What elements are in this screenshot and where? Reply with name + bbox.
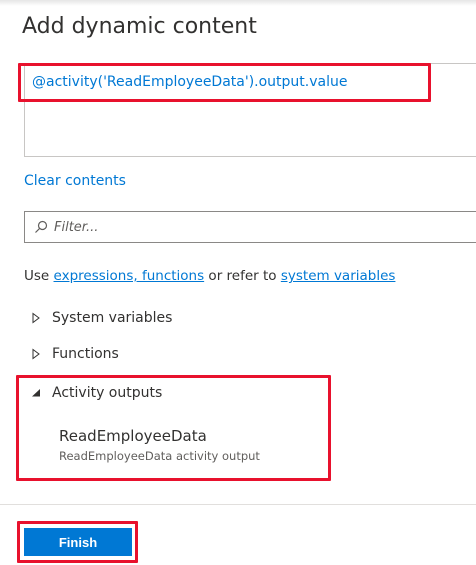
filter-input[interactable]	[54, 219, 454, 235]
finish-button[interactable]: Finish	[24, 528, 132, 556]
section-functions[interactable]: Functions	[30, 346, 119, 362]
search-icon	[35, 220, 48, 233]
expressions-functions-link[interactable]: expressions, functions	[54, 268, 205, 284]
hint-middle: or refer to	[204, 268, 281, 284]
activity-output-name: ReadEmployeeData	[59, 427, 207, 445]
section-label: System variables	[52, 310, 173, 326]
section-activity-outputs[interactable]: Activity outputs	[30, 385, 162, 401]
filter-box[interactable]	[24, 211, 476, 243]
activity-output-description: ReadEmployeeData activity output	[59, 449, 260, 463]
hint-prefix: Use	[24, 268, 54, 284]
triangle-down-icon	[32, 389, 40, 397]
section-label: Activity outputs	[52, 385, 163, 401]
activity-output-item[interactable]: ReadEmployeeData ReadEmployeeData activi…	[59, 427, 260, 463]
section-label: Functions	[52, 346, 119, 362]
dialog-title: Add dynamic content	[22, 14, 257, 39]
clear-contents-link[interactable]: Clear contents	[24, 173, 126, 189]
system-variables-link[interactable]: system variables	[281, 268, 396, 284]
top-shadow	[0, 0, 476, 6]
triangle-right-icon	[32, 312, 40, 324]
footer-divider	[0, 504, 476, 505]
hint-text: Use expressions, functions or refer to s…	[24, 268, 395, 284]
expression-value[interactable]: @activity('ReadEmployeeData').output.val…	[32, 74, 348, 90]
triangle-right-icon	[32, 348, 40, 360]
section-system-variables[interactable]: System variables	[30, 310, 172, 326]
